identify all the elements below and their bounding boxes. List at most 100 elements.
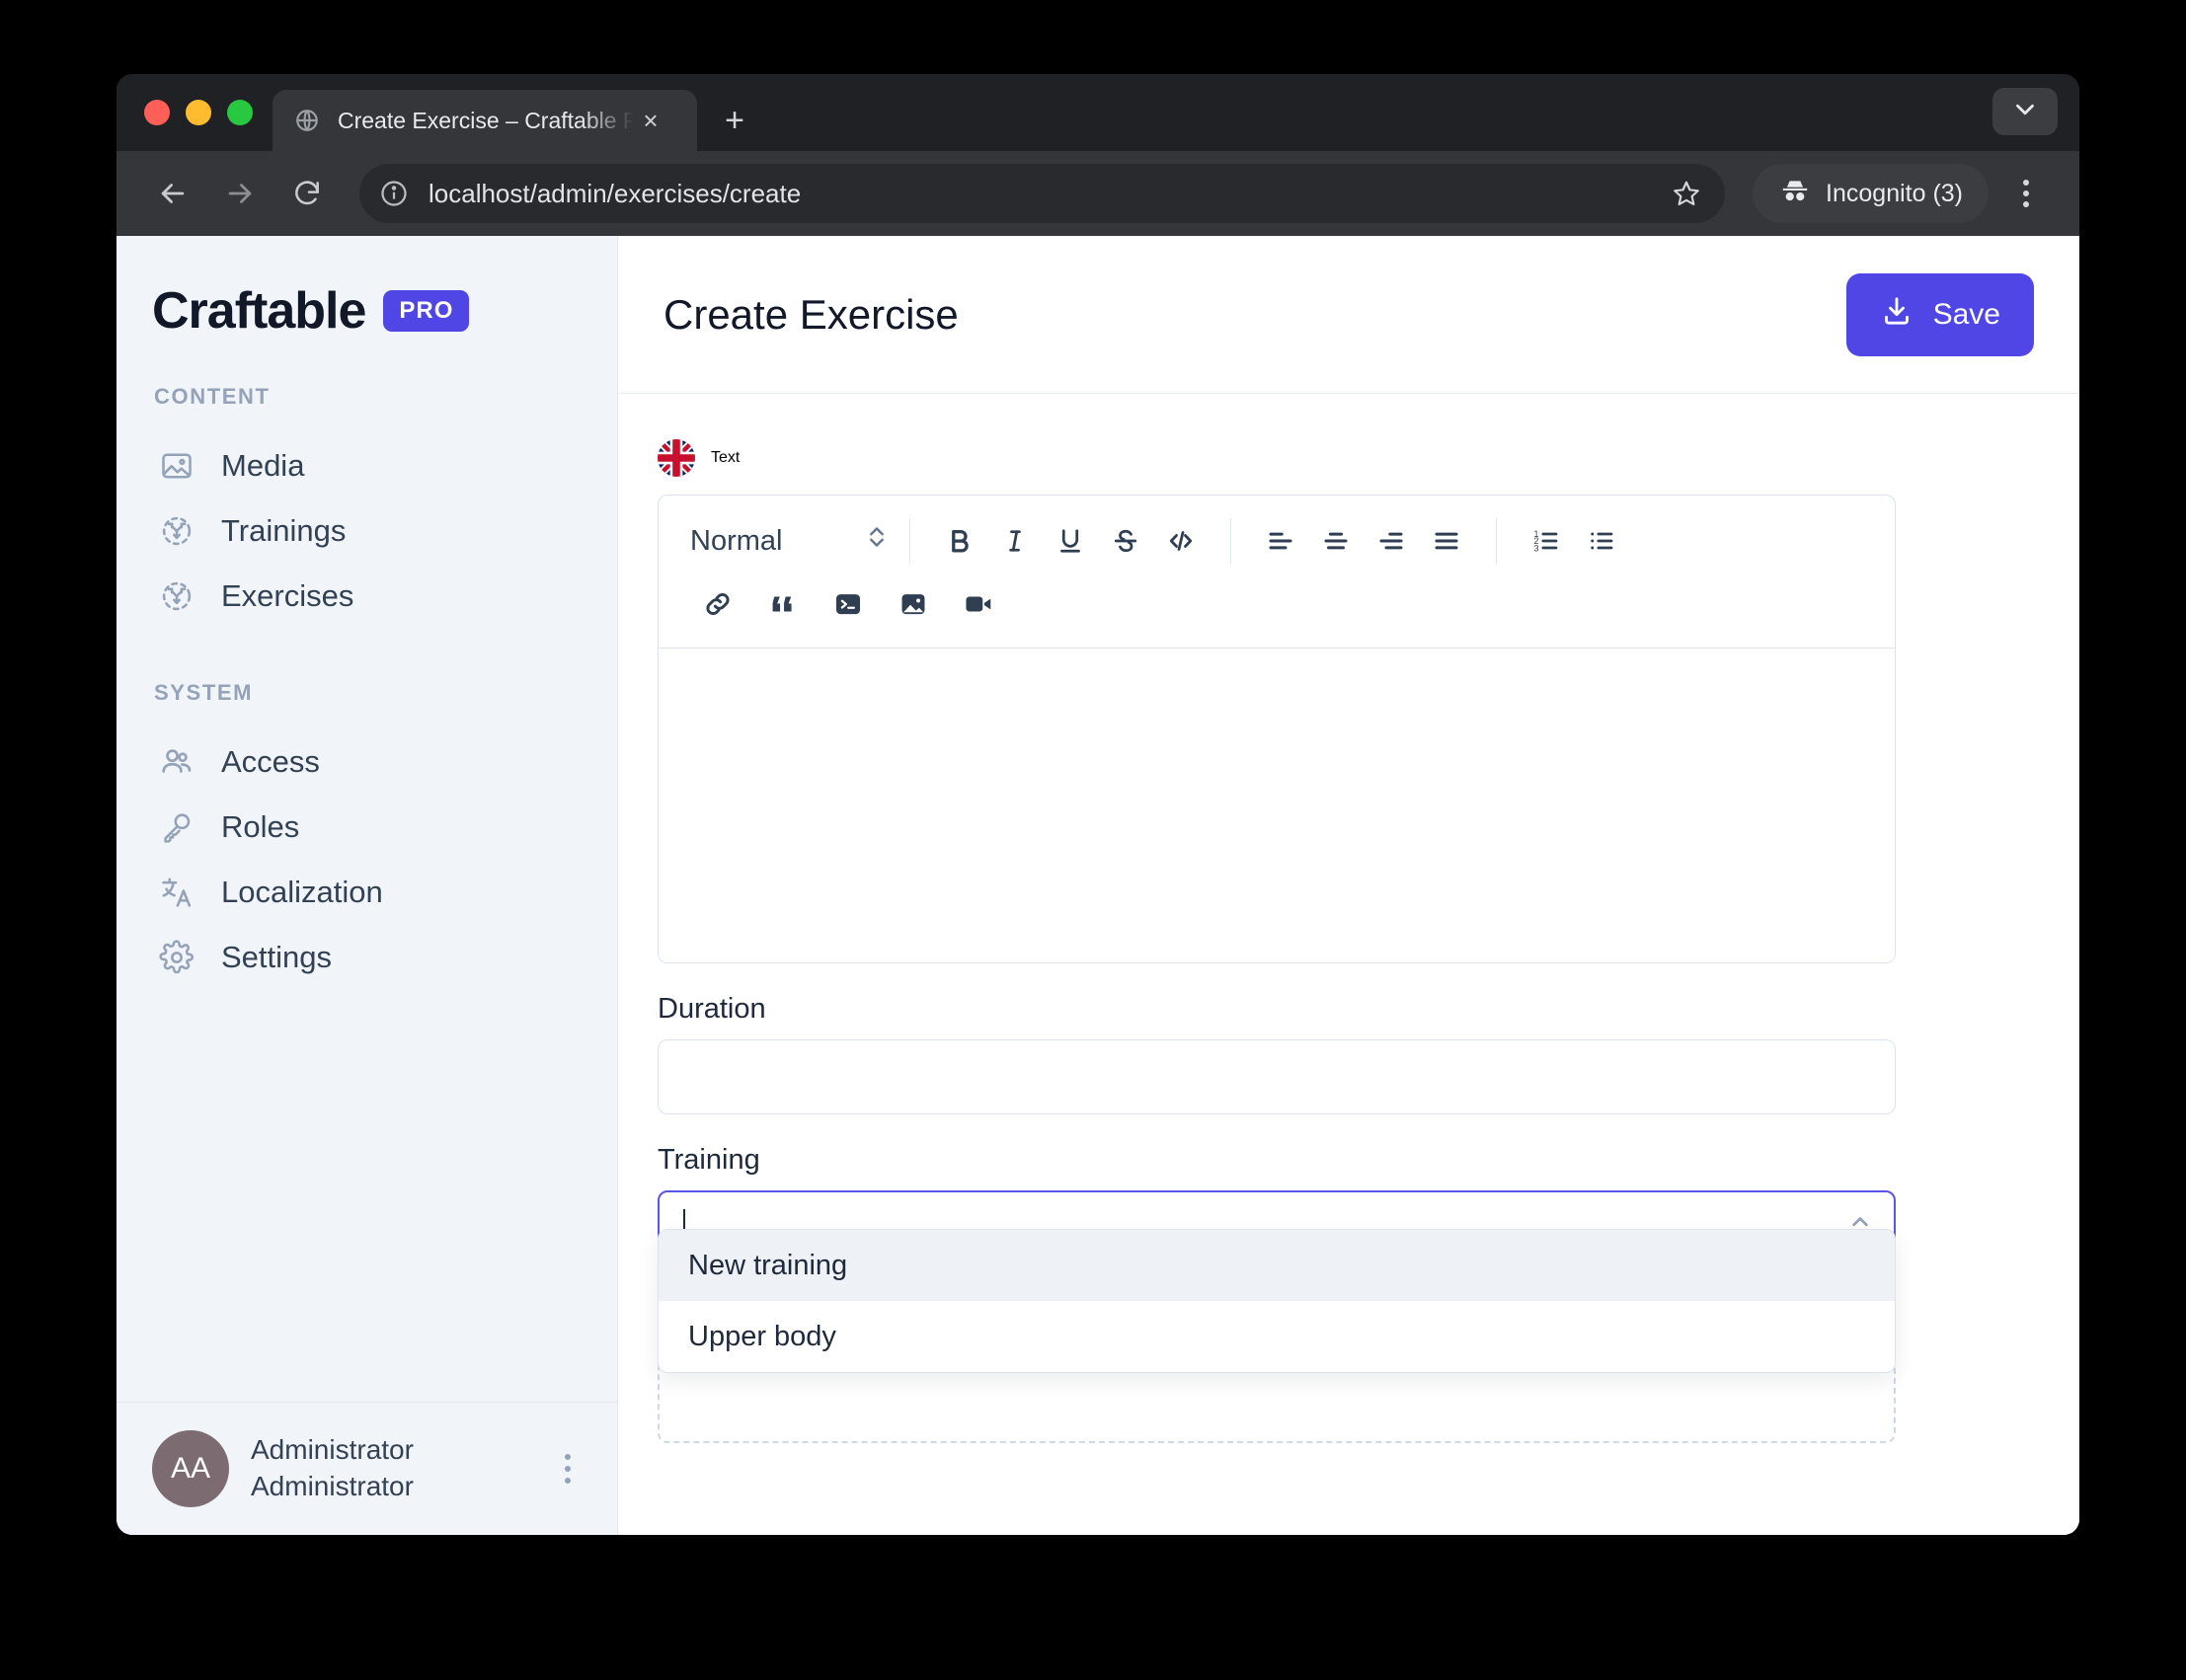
close-icon[interactable]: × (634, 104, 667, 137)
editor-toolbar-row-2 (680, 573, 1873, 636)
form-area: Text Normal 1 2 3 Duration Training New … (618, 394, 2079, 1535)
link-icon[interactable] (690, 576, 745, 632)
duration-input[interactable] (658, 1039, 1896, 1114)
key-icon (158, 808, 195, 846)
italic-icon[interactable] (987, 513, 1043, 569)
globe-icon (294, 108, 320, 133)
maximize-window-button[interactable] (227, 100, 253, 125)
users-icon (158, 743, 195, 781)
three-dot-menu-icon (565, 1454, 571, 1460)
gear-icon (158, 939, 195, 976)
sidebar: Craftable PRO CONTENT Media Trainings Ex… (117, 236, 618, 1535)
main-content: Create Exercise Save Text Normal 1 2 3 D… (618, 236, 2079, 1535)
code-icon[interactable] (1153, 513, 1209, 569)
address-bar[interactable]: localhost/admin/exercises/create (359, 164, 1726, 223)
incognito-label: Incognito (3) (1826, 179, 1963, 207)
blockquote-icon[interactable] (755, 576, 811, 632)
align-center-icon[interactable] (1308, 513, 1364, 569)
browser-tab-strip: Create Exercise – Craftable PRO × + (117, 74, 2079, 151)
sidebar-item-trainings[interactable]: Trainings (117, 498, 617, 564)
sidebar-user-footer: AA Administrator Administrator (117, 1402, 617, 1535)
reload-icon[interactable] (276, 163, 338, 224)
align-right-icon[interactable] (1364, 513, 1419, 569)
user-name-line2: Administrator (251, 1471, 414, 1501)
training-node-icon (158, 512, 195, 550)
download-save-icon (1880, 294, 1913, 336)
forward-arrow-icon[interactable] (209, 163, 271, 224)
sidebar-item-label: Trainings (221, 513, 347, 548)
sidebar-heading-system: SYSTEM (154, 680, 254, 705)
duration-label: Duration (658, 993, 766, 1025)
three-dot-menu-icon (565, 1478, 571, 1484)
toolbar-divider (1496, 518, 1497, 564)
sidebar-item-label: Localization (221, 875, 383, 909)
user-menu-button[interactable] (548, 1441, 587, 1496)
sidebar-heading-content: CONTENT (154, 384, 271, 409)
code-block-icon[interactable] (820, 576, 876, 632)
three-dot-menu-icon (2023, 180, 2029, 186)
format-select-value: Normal (690, 524, 783, 557)
bullet-list-icon[interactable] (1574, 513, 1629, 569)
editor-content-area[interactable] (659, 649, 1895, 962)
sidebar-item-access[interactable]: Access (117, 729, 617, 795)
user-name: Administrator Administrator (251, 1432, 526, 1505)
page-header: Create Exercise Save (618, 236, 2079, 394)
tab-list-button[interactable] (1992, 88, 2058, 135)
toolbar-divider (909, 518, 910, 564)
align-left-icon[interactable] (1253, 513, 1308, 569)
sidebar-nav: CONTENT Media Trainings Exercises SYSTEM… (117, 341, 617, 1402)
sidebar-item-label: Settings (221, 940, 333, 974)
new-tab-button[interactable]: + (711, 97, 758, 144)
brand-logo[interactable]: Craftable PRO (117, 236, 617, 341)
close-window-button[interactable] (144, 100, 170, 125)
svg-text:3: 3 (1534, 543, 1539, 553)
sidebar-item-label: Roles (221, 809, 300, 844)
user-name-line1: Administrator (251, 1434, 414, 1466)
sidebar-item-settings[interactable]: Settings (117, 925, 617, 990)
bold-icon[interactable] (932, 513, 987, 569)
chevron-down-icon (2010, 95, 2040, 129)
tab-title: Create Exercise – Craftable PRO (338, 107, 634, 133)
duration-field: Duration (658, 993, 1896, 1114)
sidebar-item-label: Access (221, 744, 320, 779)
sidebar-item-label: Exercises (221, 578, 354, 613)
browser-menu-button[interactable] (1998, 166, 2054, 221)
sidebar-item-exercises[interactable]: Exercises (117, 564, 617, 629)
star-icon[interactable] (1660, 167, 1713, 220)
page-title: Create Exercise (664, 290, 959, 338)
sidebar-item-media[interactable]: Media (117, 433, 617, 498)
training-field: Training New training Upper body (658, 1144, 1896, 1373)
incognito-icon (1778, 175, 1812, 213)
pro-badge: PRO (383, 290, 470, 332)
sidebar-item-label: Media (221, 448, 305, 483)
dropdown-option-upper-body[interactable]: Upper body (659, 1301, 1895, 1372)
strikethrough-icon[interactable] (1098, 513, 1153, 569)
uk-flag-icon (658, 439, 695, 477)
three-dot-menu-icon (2023, 191, 2029, 196)
editor-toolbar: Normal 1 2 3 (659, 496, 1895, 649)
image-icon[interactable] (886, 576, 941, 632)
align-justify-icon[interactable] (1419, 513, 1474, 569)
browser-tab[interactable]: Create Exercise – Craftable PRO × (273, 90, 697, 151)
back-arrow-icon[interactable] (142, 163, 203, 224)
save-button[interactable]: Save (1845, 272, 2034, 356)
info-icon[interactable] (373, 173, 415, 214)
sidebar-item-localization[interactable]: Localization (117, 860, 617, 925)
browser-toolbar: localhost/admin/exercises/create Incogni… (117, 151, 2079, 236)
underline-icon[interactable] (1043, 513, 1098, 569)
browser-window: Create Exercise – Craftable PRO × + (117, 74, 2079, 1535)
three-dot-menu-icon (2023, 201, 2029, 207)
ordered-list-icon[interactable]: 1 2 3 (1519, 513, 1574, 569)
training-dropdown: New training Upper body (658, 1229, 1896, 1373)
url-text: localhost/admin/exercises/create (429, 178, 802, 208)
minimize-window-button[interactable] (186, 100, 211, 125)
video-icon[interactable] (951, 576, 1006, 632)
dropdown-option-new-training[interactable]: New training (659, 1230, 1895, 1301)
format-select[interactable]: Normal (680, 520, 888, 562)
incognito-indicator[interactable]: Incognito (3) (1753, 164, 1989, 223)
avatar: AA (152, 1430, 229, 1507)
rich-text-editor: Normal 1 2 3 (658, 495, 1896, 963)
window-controls (117, 74, 273, 151)
sidebar-item-roles[interactable]: Roles (117, 795, 617, 860)
translate-icon (158, 874, 195, 911)
